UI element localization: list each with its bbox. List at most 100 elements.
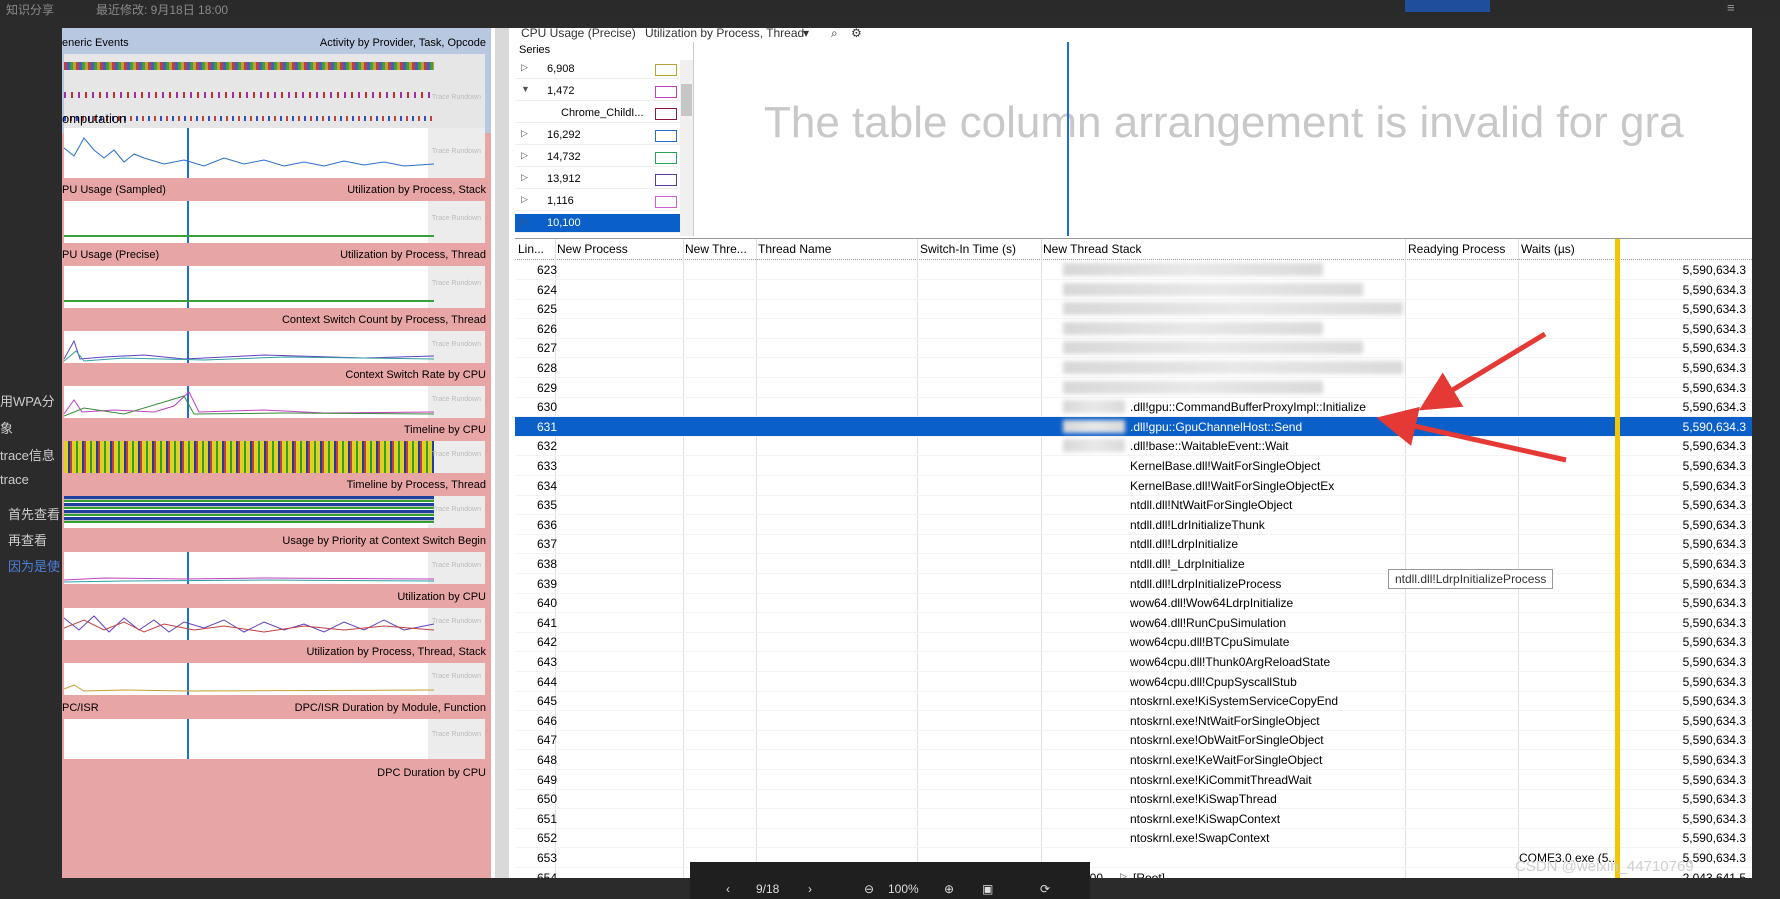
column-header[interactable]: New Thre... <box>685 242 747 256</box>
column-header[interactable]: Readying Process <box>1408 242 1505 256</box>
graph-preset[interactable]: Timeline by CPU <box>404 424 486 436</box>
column-header[interactable]: Lin... <box>518 242 544 256</box>
topbar-button[interactable] <box>1405 0 1490 12</box>
graph-preset[interactable]: DPC Duration by CPU <box>377 767 486 779</box>
table-row[interactable]: 627 5,590,634.3 <box>515 338 1752 359</box>
table-row[interactable]: 647 ntoskrnl.exe!ObWaitForSingleObject 5,5… <box>515 730 1752 751</box>
graph-area[interactable]: The table column arrangement is invalid … <box>694 42 1752 236</box>
column-header[interactable]: Thread Name <box>758 242 831 256</box>
chevron-right-icon[interactable]: ▷ <box>521 62 528 73</box>
waits-cell: 5,590,634.3 <box>1682 361 1746 375</box>
chevron-right-icon[interactable]: ▷ <box>521 150 528 161</box>
column-header[interactable]: Waits (µs) <box>1521 242 1575 256</box>
graph-preset[interactable]: DPC/ISR Duration by Module, Function <box>295 702 486 714</box>
table-row[interactable]: 648 ntoskrnl.exe!KeWaitForSingleObject 5,5… <box>515 750 1752 770</box>
graph-type-label[interactable]: CPU Usage (Precise) <box>521 28 636 40</box>
table-row[interactable]: 646 ntoskrnl.exe!NtWaitForSingleObject 5,5… <box>515 711 1752 731</box>
graph-preset[interactable]: Usage by Priority at Context Switch Begi… <box>282 535 486 547</box>
graph-preset[interactable]: Utilization by Process, Thread <box>340 249 486 261</box>
chevron-right-icon[interactable]: ▷ <box>521 172 528 183</box>
series-item[interactable]: ▷Chrome_ChildI... <box>515 104 680 123</box>
chevron-right-icon[interactable]: ▷ <box>521 216 528 227</box>
time-cursor[interactable] <box>1067 42 1069 236</box>
graph-preset[interactable]: Utilization by Process, Stack <box>347 184 486 196</box>
graph-preset[interactable]: Utilization by CPU <box>397 591 486 603</box>
graph-preset[interactable]: Utilization by Process, Thread, Stack <box>306 646 486 658</box>
table-row[interactable]: 644 wow64cpu.dll!CpupSyscallStub 5,590,634… <box>515 672 1752 692</box>
table-row[interactable]: 641 wow64.dll!RunCpuSimulation 5,590,634.3 <box>515 613 1752 633</box>
thread-stack-cell: ntdll.dll!NtWaitForSingleObject <box>1130 498 1293 513</box>
search-icon[interactable]: ⌕ <box>831 28 838 41</box>
column-header[interactable]: New Thread Stack <box>1043 242 1142 256</box>
line-number: 636 <box>537 517 558 532</box>
series-item[interactable]: ▷ 10,100 <box>515 214 680 233</box>
table-row[interactable]: 633 KernelBase.dll!WaitForSingleObject 5,5… <box>515 456 1752 476</box>
table-row[interactable]: 636 ntdll.dll!LdrInitializeThunk 5,590,634… <box>515 515 1752 535</box>
table-row[interactable]: 643 wow64cpu.dll!Thunk0ArgReloadState 5,59… <box>515 652 1752 672</box>
rotate-icon[interactable]: ⟳ <box>1040 882 1050 896</box>
series-item[interactable]: ▷ 13,912 <box>515 170 680 189</box>
series-item[interactable]: ▷ 14,732 <box>515 148 680 167</box>
chevron-right-icon[interactable]: ▷ <box>521 194 528 205</box>
table-row[interactable]: 634 KernelBase.dll!WaitForSingleObjectEx 5… <box>515 476 1752 496</box>
graph-preset[interactable]: Context Switch Count by Process, Thread <box>282 314 486 326</box>
menu-icon[interactable]: ≡ <box>1727 0 1735 15</box>
graph-preset[interactable]: Timeline by Process, Thread <box>347 479 486 491</box>
topbar-item[interactable]: 知识分享 <box>6 1 54 18</box>
chevron-down-icon[interactable]: ▼ <box>521 84 530 94</box>
graph-preset[interactable]: Context Switch Rate by CPU <box>345 369 486 381</box>
series-item[interactable]: ▷ 16,292 <box>515 126 680 145</box>
table-row[interactable]: 623 5,590,634.3 <box>515 260 1752 280</box>
series-item[interactable]: ▷ 6,908 <box>515 60 680 79</box>
line-number: 643 <box>537 655 558 669</box>
redacted-region <box>1063 361 1403 374</box>
table-row[interactable]: 630 .dll!gpu::CommandBufferProxyImpl::Ini… <box>515 397 1752 418</box>
table-row[interactable]: 626 5,590,634.3 <box>515 319 1752 339</box>
series-item[interactable]: ▼ 1,472 <box>515 82 680 101</box>
table-row[interactable]: 625 5,590,634.3 <box>515 299 1752 320</box>
fit-icon[interactable]: ▣ <box>982 882 993 896</box>
column-header[interactable]: Switch-In Time (s) <box>920 242 1016 256</box>
graph-title: PU Usage (Sampled) <box>62 184 166 196</box>
waits-cell: 5,590,634.3 <box>1682 811 1746 826</box>
table-row[interactable]: 629 5,590,634.3 <box>515 378 1752 398</box>
rundown-label: Trace Rundown <box>431 341 481 348</box>
column-header[interactable]: New Process <box>557 242 628 256</box>
table-row[interactable]: 650 ntoskrnl.exe!KiSwapThread 5,590,634.3 <box>515 789 1752 810</box>
table-row[interactable]: 624 5,590,634.3 <box>515 280 1752 300</box>
table-row[interactable]: 639 ntdll.dll!LdrpInitializeProcess 5,590,… <box>515 574 1752 594</box>
graph-explorer-scrollbar[interactable] <box>495 28 509 878</box>
series-item[interactable]: ▷ 1,116 <box>515 192 680 211</box>
gear-icon[interactable]: ⚙ <box>851 28 862 40</box>
chevron-right-icon[interactable]: ▷ <box>521 128 528 139</box>
preset-dropdown[interactable]: Utilization by Process, Thread <box>645 28 804 40</box>
table-row[interactable]: 637 ntdll.dll!LdrpInitialize 5,590,634.3 <box>515 534 1752 555</box>
table-row[interactable]: 635 ntdll.dll!NtWaitForSingleObject 5,590,… <box>515 495 1752 516</box>
table-row[interactable]: 628 5,590,634.3 <box>515 358 1752 378</box>
next-page-icon[interactable]: › <box>808 882 812 896</box>
waits-cell: 5,590,634.3 <box>1682 753 1746 767</box>
table-row[interactable]: 642 wow64cpu.dll!BTCpuSimulate 5,590,634.3 <box>515 632 1752 653</box>
line-number: 630 <box>537 400 558 415</box>
table-row[interactable]: 652 ntoskrnl.exe!SwapContext 5,590,634.3 <box>515 828 1752 849</box>
waits-cell: 5,590,634.3 <box>1682 459 1746 473</box>
series-swatch <box>655 218 677 230</box>
thread-stack-cell: ntoskrnl.exe!NtWaitForSingleObject <box>1130 713 1320 728</box>
line-number: 651 <box>537 811 558 826</box>
waits-cell: 5,590,634.3 <box>1682 713 1746 728</box>
graph-preset[interactable]: Activity by Provider, Task, Opcode <box>320 37 486 49</box>
table-row[interactable]: 645 ntoskrnl.exe!KiSystemServiceCopyEnd 5,… <box>515 691 1752 712</box>
table-row[interactable]: 640 wow64.dll!Wow64LdrpInitialize 5,590,63… <box>515 593 1752 614</box>
doc-line[interactable]: 因为是使 <box>8 556 60 575</box>
zoom-in-icon[interactable]: ⊕ <box>944 882 954 896</box>
table-row[interactable]: 649 ntoskrnl.exe!KiCommitThreadWait 5,590,… <box>515 770 1752 790</box>
table-row[interactable]: 632 .dll!base::WaitableEvent::Wait 5,590,6… <box>515 436 1752 457</box>
series-scrollbar[interactable] <box>680 60 693 236</box>
table-row[interactable]: 638 ntdll.dll!_LdrpInitialize 5,590,634.3 <box>515 554 1752 574</box>
prev-page-icon[interactable]: ‹ <box>726 882 730 896</box>
chevron-right-icon[interactable]: ▷ <box>1120 871 1127 878</box>
table-row[interactable]: 631 .dll!gpu::GpuChannelHost::Send 5,590,6… <box>515 416 1752 437</box>
chevron-down-icon[interactable]: ▾ <box>803 28 809 40</box>
table-row[interactable]: 651 ntoskrnl.exe!KiSwapContext 5,590,634.3 <box>515 809 1752 829</box>
zoom-out-icon[interactable]: ⊖ <box>864 882 874 896</box>
